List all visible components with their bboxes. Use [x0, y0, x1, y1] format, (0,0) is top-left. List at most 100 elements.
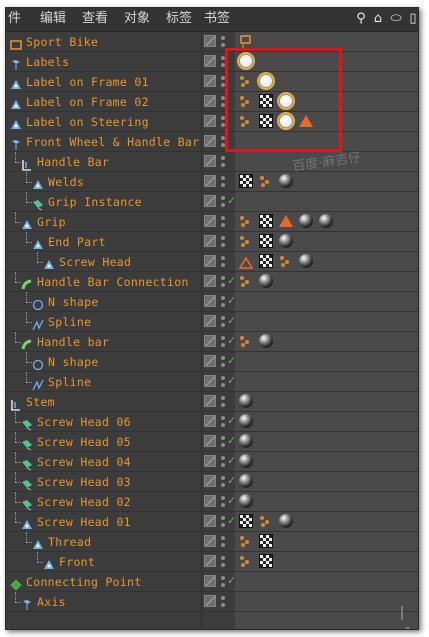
- tree-row[interactable]: Screw Head 04 ✓: [6, 452, 418, 472]
- tree-row[interactable]: Grip Instance ✓: [6, 192, 418, 212]
- tree-node[interactable]: Stem: [10, 392, 55, 412]
- render-dot-icon[interactable]: [221, 423, 225, 427]
- tree-row[interactable]: Sport Bike: [6, 32, 418, 52]
- editor-visibility-icon[interactable]: [204, 75, 216, 87]
- tree-node[interactable]: Front: [43, 552, 95, 572]
- tree-row[interactable]: Thread: [6, 532, 418, 552]
- object-name[interactable]: Screw Head 06: [37, 412, 131, 432]
- render-dot-icon[interactable]: [221, 503, 225, 507]
- tree-node[interactable]: Sport Bike: [10, 32, 98, 52]
- tree-node[interactable]: Screw Head 06: [21, 412, 131, 432]
- tree-node[interactable]: Labels: [10, 52, 69, 72]
- sphere-tag-icon[interactable]: [239, 394, 253, 408]
- visibility-dot-icon[interactable]: [221, 516, 225, 520]
- render-dot-icon[interactable]: [221, 443, 225, 447]
- tree-row[interactable]: Screw Head: [6, 252, 418, 272]
- tree-row[interactable]: Screw Head 03 ✓: [6, 472, 418, 492]
- editor-visibility-icon[interactable]: [204, 95, 216, 107]
- editor-visibility-icon[interactable]: [204, 215, 216, 227]
- visibility-dot-icon[interactable]: [221, 236, 225, 240]
- enabled-check-icon[interactable]: ✓: [227, 433, 236, 449]
- object-name[interactable]: Label on Steering: [26, 112, 149, 132]
- enabled-check-icon[interactable]: ✓: [227, 333, 236, 349]
- editor-visibility-icon[interactable]: [204, 235, 216, 247]
- tree-row[interactable]: N shape ✓: [6, 352, 418, 372]
- visibility-dot-icon[interactable]: [221, 156, 225, 160]
- tree-node[interactable]: Screw Head 02: [21, 492, 131, 512]
- render-dot-icon[interactable]: [221, 363, 225, 367]
- tree-row[interactable]: Screw Head 02 ✓: [6, 492, 418, 512]
- tree-node[interactable]: Label on Frame 02: [10, 92, 149, 112]
- visibility-dot-icon[interactable]: [221, 576, 225, 580]
- editor-visibility-icon[interactable]: [204, 175, 216, 187]
- render-dot-icon[interactable]: [221, 483, 225, 487]
- editor-visibility-icon[interactable]: [204, 395, 216, 407]
- object-name[interactable]: Thread: [48, 532, 91, 552]
- tree-row[interactable]: Screw Head 06 ✓: [6, 412, 418, 432]
- sphere-tag-icon[interactable]: [239, 474, 253, 488]
- visibility-dot-icon[interactable]: [221, 256, 225, 260]
- object-name[interactable]: Screw Head 01: [37, 512, 131, 532]
- tree-node[interactable]: Label on Steering: [10, 112, 149, 132]
- tree-node[interactable]: Screw Head 05: [21, 432, 131, 452]
- object-name[interactable]: Label on Frame 01: [26, 72, 149, 92]
- render-dot-icon[interactable]: [221, 243, 225, 247]
- tree-row[interactable]: Handle bar ✓: [6, 332, 418, 352]
- render-dot-icon[interactable]: [221, 203, 225, 207]
- enabled-check-icon[interactable]: ✓: [227, 453, 236, 469]
- object-name[interactable]: End Part: [48, 232, 106, 252]
- checker-tag-icon[interactable]: [259, 214, 273, 228]
- search-icon[interactable]: ⚲: [354, 12, 368, 26]
- phong-tag-icon[interactable]: [259, 514, 273, 528]
- tree-node[interactable]: Handle Bar Connection: [21, 272, 189, 292]
- object-name[interactable]: Stem: [26, 392, 55, 412]
- render-dot-icon[interactable]: [221, 303, 225, 307]
- render-dot-icon[interactable]: [221, 223, 225, 227]
- layer-tag-icon[interactable]: [239, 34, 253, 48]
- tree-node[interactable]: N shape: [32, 352, 99, 372]
- object-name[interactable]: Screw Head: [59, 252, 131, 272]
- tree-row[interactable]: Handle Bar Connection ✓: [6, 272, 418, 292]
- render-dot-icon[interactable]: [221, 403, 225, 407]
- editor-visibility-icon[interactable]: [204, 295, 216, 307]
- tree-row[interactable]: Label on Frame 01: [6, 72, 418, 92]
- visibility-dot-icon[interactable]: [221, 376, 225, 380]
- tree-node[interactable]: Spline: [32, 372, 91, 392]
- phong-tag-icon[interactable]: [239, 334, 253, 348]
- enabled-check-icon[interactable]: ✓: [227, 373, 236, 389]
- editor-visibility-icon[interactable]: [204, 455, 216, 467]
- triangle-outline-tag-icon[interactable]: [238, 255, 254, 269]
- editor-visibility-icon[interactable]: [204, 535, 216, 547]
- render-dot-icon[interactable]: [221, 523, 225, 527]
- object-name[interactable]: Label on Frame 02: [26, 92, 149, 112]
- menu-item-0[interactable]: 件: [8, 11, 21, 27]
- render-dot-icon[interactable]: [221, 563, 225, 567]
- visibility-dot-icon[interactable]: [221, 496, 225, 500]
- tree-node[interactable]: Screw Head 01: [21, 512, 131, 532]
- enabled-check-icon[interactable]: ✓: [227, 353, 236, 369]
- sphere-tag-icon[interactable]: [319, 214, 333, 228]
- object-name[interactable]: Screw Head 03: [37, 472, 131, 492]
- object-name[interactable]: Front Wheel & Handle Bar: [26, 132, 199, 152]
- sphere-tag-icon[interactable]: [299, 254, 313, 268]
- checker-tag-icon[interactable]: [259, 534, 273, 548]
- object-name[interactable]: N shape: [48, 292, 99, 312]
- enabled-check-icon[interactable]: ✓: [227, 273, 236, 289]
- tree-node[interactable]: Grip Instance: [32, 192, 142, 212]
- tree-row[interactable]: Spline ✓: [6, 312, 418, 332]
- object-name[interactable]: Spline: [48, 312, 91, 332]
- tree-node[interactable]: End Part: [32, 232, 106, 252]
- sphere-tag-icon[interactable]: [299, 214, 313, 228]
- editor-visibility-icon[interactable]: [204, 315, 216, 327]
- tree-row[interactable]: Spline ✓: [6, 372, 418, 392]
- tree-node[interactable]: Front Wheel & Handle Bar: [10, 132, 199, 152]
- enabled-check-icon[interactable]: ✓: [227, 573, 236, 589]
- enabled-check-icon[interactable]: ✓: [227, 413, 236, 429]
- editor-visibility-icon[interactable]: [204, 155, 216, 167]
- tree-row[interactable]: Screw Head 01 ✓: [6, 512, 418, 532]
- tree-row[interactable]: Axis: [6, 592, 418, 612]
- object-name[interactable]: Grip: [37, 212, 66, 232]
- visibility-dot-icon[interactable]: [221, 336, 225, 340]
- checker-tag-icon[interactable]: [239, 514, 253, 528]
- visibility-dot-icon[interactable]: [221, 356, 225, 360]
